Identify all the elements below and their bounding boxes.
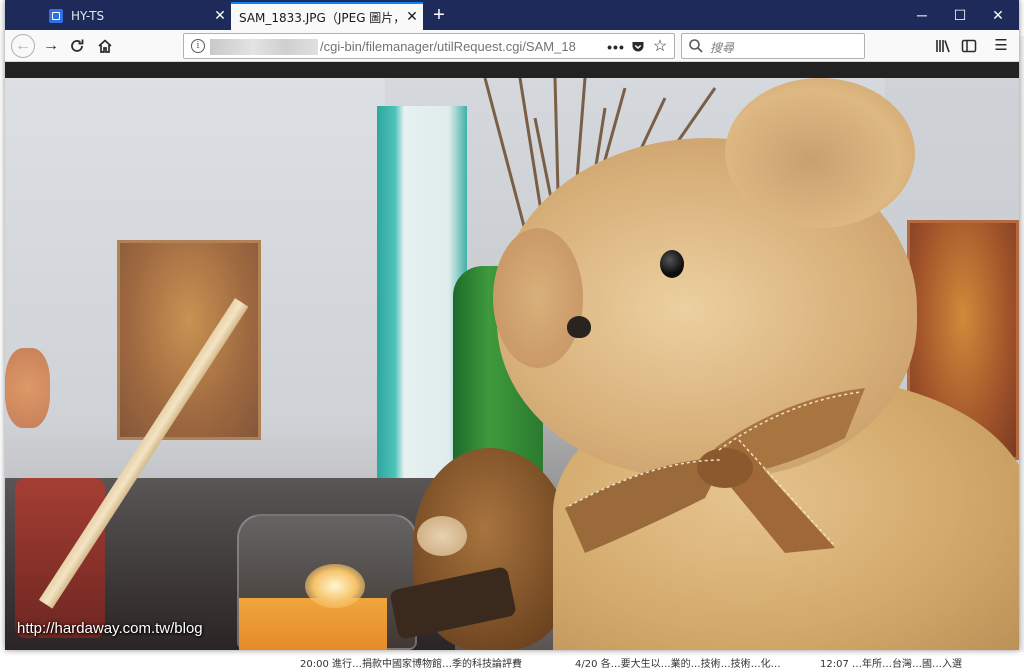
watermark-text: http://hardaway.com.tw/blog (17, 620, 203, 637)
library-icon[interactable] (931, 34, 955, 58)
viewer-backdrop (5, 62, 1019, 78)
close-icon[interactable]: ✕ (401, 9, 423, 25)
address-bar[interactable]: i /cgi-bin/filemanager/utilRequest.cgi/S… (183, 33, 675, 59)
back-arrow-icon[interactable]: ← (11, 34, 35, 58)
close-window-button[interactable]: ✕ (979, 0, 1017, 30)
background-news-snippet: 12:07 …年所…台灣…國…入選 (820, 659, 962, 668)
qnap-favicon-icon (49, 9, 63, 23)
new-tab-button[interactable]: + (425, 2, 453, 30)
small-teddy-muzzle (417, 516, 467, 556)
teddy-bear-photo: http://hardaway.com.tw/blog (5, 78, 1019, 650)
more-dots-icon[interactable]: ••• (606, 37, 626, 57)
red-object (15, 478, 105, 638)
background-news-snippet: 4/20 各…要大生以…業的…技術…技術…化… (575, 659, 781, 668)
tab-strip: HY-TS ✕ SAM_1833.JPG（JPEG 圖片，5472 ✕ + ─ … (5, 0, 1019, 30)
tab-title: SAM_1833.JPG（JPEG 圖片，5472 (239, 10, 401, 25)
redacted-host (210, 39, 318, 55)
big-teddy-eye (660, 250, 684, 278)
ribbon-bow (565, 388, 865, 553)
star-icon[interactable]: ☆ (650, 37, 670, 57)
candle-wax (239, 598, 387, 650)
maximize-button[interactable]: ☐ (941, 0, 979, 30)
forward-arrow-icon[interactable]: → (39, 34, 63, 58)
site-info-icon[interactable]: i (191, 39, 205, 53)
navigation-toolbar: ← → i /cgi-bin/filemanager/utilRequest.c… (5, 30, 1019, 62)
home-icon[interactable] (93, 34, 117, 58)
tab-title: HY-TS (71, 9, 105, 23)
background-news-snippet: 20:00 進行…捐款中國家博物館…季的科技論評費 (300, 659, 522, 668)
tab-hy-ts[interactable]: HY-TS ✕ (41, 2, 231, 30)
search-placeholder: 搜尋 (710, 41, 735, 55)
big-teddy-ear-right (725, 78, 915, 228)
background-news-row: 20:00 進行…捐款中國家博物館…季的科技論評費 4/20 各…要大生以…業的… (0, 652, 1024, 668)
candle-flame-glow (305, 564, 365, 608)
search-icon (689, 39, 703, 53)
big-teddy-ear-left (493, 228, 583, 368)
url-text[interactable]: /cgi-bin/filemanager/utilRequest.cgi/SAM… (320, 39, 576, 54)
tab-image[interactable]: SAM_1833.JPG（JPEG 圖片，5472 ✕ (231, 2, 423, 30)
close-icon[interactable]: ✕ (209, 8, 231, 24)
pocket-icon[interactable] (628, 37, 648, 57)
orange-object (5, 348, 50, 428)
poster-left (117, 240, 261, 440)
search-input[interactable]: 搜尋 (681, 33, 865, 59)
minimize-button[interactable]: ─ (903, 0, 941, 30)
browser-window: HY-TS ✕ SAM_1833.JPG（JPEG 圖片，5472 ✕ + ─ … (5, 0, 1019, 650)
reload-icon[interactable] (65, 34, 89, 58)
sidebar-icon[interactable] (957, 34, 981, 58)
hamburger-menu-icon[interactable]: ☰ (989, 34, 1013, 58)
big-teddy-nose (567, 316, 591, 338)
